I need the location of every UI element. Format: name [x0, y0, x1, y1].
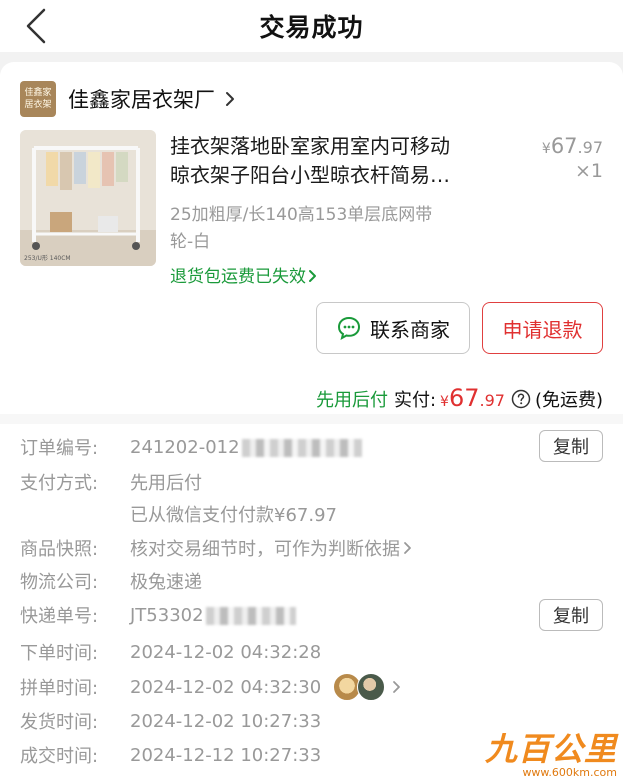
return-shipping-text: 退货包运费已失效	[170, 267, 306, 287]
redacted-blur	[241, 438, 362, 457]
tracking-number-row: 快递单号: JT53302	[20, 600, 296, 630]
watermark-logo-text: 九百公里	[484, 730, 617, 768]
chevron-right-icon	[404, 542, 411, 554]
logistics-value: 极兔速递	[130, 572, 202, 593]
order-time-row: 下单时间: 2024-12-02 04:32:28	[20, 637, 321, 667]
chat-bubble-icon	[337, 316, 361, 340]
snapshot-row[interactable]: 商品快照: 核对交易细节时，可作为判断依据	[20, 533, 414, 563]
product-price-dec: .97	[577, 138, 603, 157]
contact-seller-label: 联系商家	[370, 317, 450, 342]
product-price-currency: ¥	[541, 141, 551, 157]
pay-method-value: 先用后付	[130, 473, 202, 494]
group-time-row: 拼单时间: 2024-12-02 04:32:30	[20, 672, 403, 702]
copy-tracking-number-button[interactable]: 复制	[539, 599, 603, 631]
tracking-number-value: JT53302	[130, 605, 296, 626]
pay-method-label: 支付方式:	[20, 473, 99, 494]
page-title: 交易成功	[259, 13, 364, 42]
logistics-label: 物流公司:	[20, 572, 99, 593]
clothes-rack-picture	[20, 130, 156, 266]
redacted-blur	[205, 606, 296, 625]
order-time-label: 下单时间:	[20, 643, 99, 664]
pay-later-tag: 先用后付	[315, 390, 388, 411]
deal-time-value: 2024-12-12 10:27:33	[130, 744, 322, 766]
group-members[interactable]	[333, 673, 403, 701]
product-title[interactable]: 挂衣架落地卧室家用室内可移动 晾衣架子阳台小型晾衣杆简易…	[170, 132, 498, 190]
paid-amount-int: 67	[448, 384, 480, 412]
group-time-label: 拼单时间:	[20, 678, 99, 699]
snapshot-label: 商品快照:	[20, 539, 99, 560]
product-spec-line-2: 轮-白	[170, 232, 211, 252]
return-shipping-notice[interactable]: 退货包运费已失效	[170, 262, 318, 287]
shop-logo: 佳鑫家居衣架	[20, 81, 56, 117]
paid-amount-dec: .97	[479, 391, 505, 410]
product-price-int: 67	[550, 134, 578, 158]
pay-method-detail: 已从微信支付付款¥67.97	[130, 505, 337, 526]
group-time-value: 2024-12-02 04:32:30	[130, 676, 322, 698]
ship-time-label: 发货时间:	[20, 712, 99, 733]
chevron-right-icon	[393, 681, 401, 693]
free-shipping-label: (免运费)	[534, 390, 603, 411]
order-number-value: 241202-012	[130, 437, 362, 458]
order-card: 佳鑫家居衣架 佳鑫家居衣架厂 253/U形 140CM 挂衣架落地卧室家用室内可…	[0, 62, 623, 783]
order-number-text: 241202-012	[130, 436, 240, 458]
snapshot-value: 核对交易细节时，可作为判断依据	[130, 539, 400, 560]
product-spec-line-1: 25加粗厚/长140高153单层底网带	[170, 205, 433, 225]
payment-summary: 先用后付 实付: ¥67.97 (免运费)	[316, 384, 603, 412]
shop-row[interactable]: 佳鑫家居衣架 佳鑫家居衣架厂	[20, 80, 237, 118]
question-circle-icon[interactable]	[511, 389, 531, 409]
tracking-number-label: 快递单号:	[20, 606, 99, 627]
ship-time-value: 2024-12-02 10:27:33	[130, 710, 322, 732]
product-quantity: ×1	[574, 160, 603, 182]
paid-currency: ¥	[440, 394, 449, 410]
product-image[interactable]: 253/U形 140CM	[20, 130, 156, 266]
product-spec: 25加粗厚/长140高153单层底网带 轮-白	[170, 202, 510, 256]
product-image-caption: 253/U形 140CM	[24, 255, 71, 262]
copy-order-number-button[interactable]: 复制	[539, 430, 603, 462]
contact-seller-button[interactable]: 联系商家	[316, 302, 470, 354]
avatar	[357, 673, 386, 701]
shop-name: 佳鑫家居衣架厂	[68, 88, 215, 112]
chevron-right-icon	[226, 92, 234, 106]
top-navbar: 交易成功	[0, 0, 623, 52]
paid-label: 实付:	[393, 390, 437, 411]
chevron-right-icon	[309, 270, 316, 282]
deal-time-label: 成交时间:	[20, 746, 99, 767]
site-watermark: 九百公里 www.600km.com	[485, 724, 617, 779]
pay-method-detail-row: 已从微信支付付款¥67.97	[130, 499, 337, 529]
product-price: ¥67.97	[542, 134, 603, 158]
deal-time-row: 成交时间: 2024-12-12 10:27:33	[20, 740, 321, 770]
product-title-line-2: 晾衣架子阳台小型晾衣杆简易…	[170, 163, 450, 187]
product-title-line-1: 挂衣架落地卧室家用室内可移动	[170, 134, 450, 158]
request-refund-button[interactable]: 申请退款	[482, 302, 603, 354]
request-refund-label: 申请退款	[502, 317, 583, 342]
logistics-row: 物流公司: 极兔速递	[20, 566, 202, 596]
order-number-label: 订单编号:	[20, 438, 99, 459]
tracking-number-text: JT53302	[130, 604, 204, 626]
order-number-row: 订单编号: 241202-012	[20, 432, 362, 462]
section-divider	[0, 414, 623, 424]
pay-method-row: 支付方式: 先用后付	[20, 467, 202, 497]
ship-time-row: 发货时间: 2024-12-02 10:27:33	[20, 706, 321, 736]
paid-amount: ¥67.97	[440, 384, 505, 412]
order-time-value: 2024-12-02 04:32:28	[130, 641, 322, 663]
